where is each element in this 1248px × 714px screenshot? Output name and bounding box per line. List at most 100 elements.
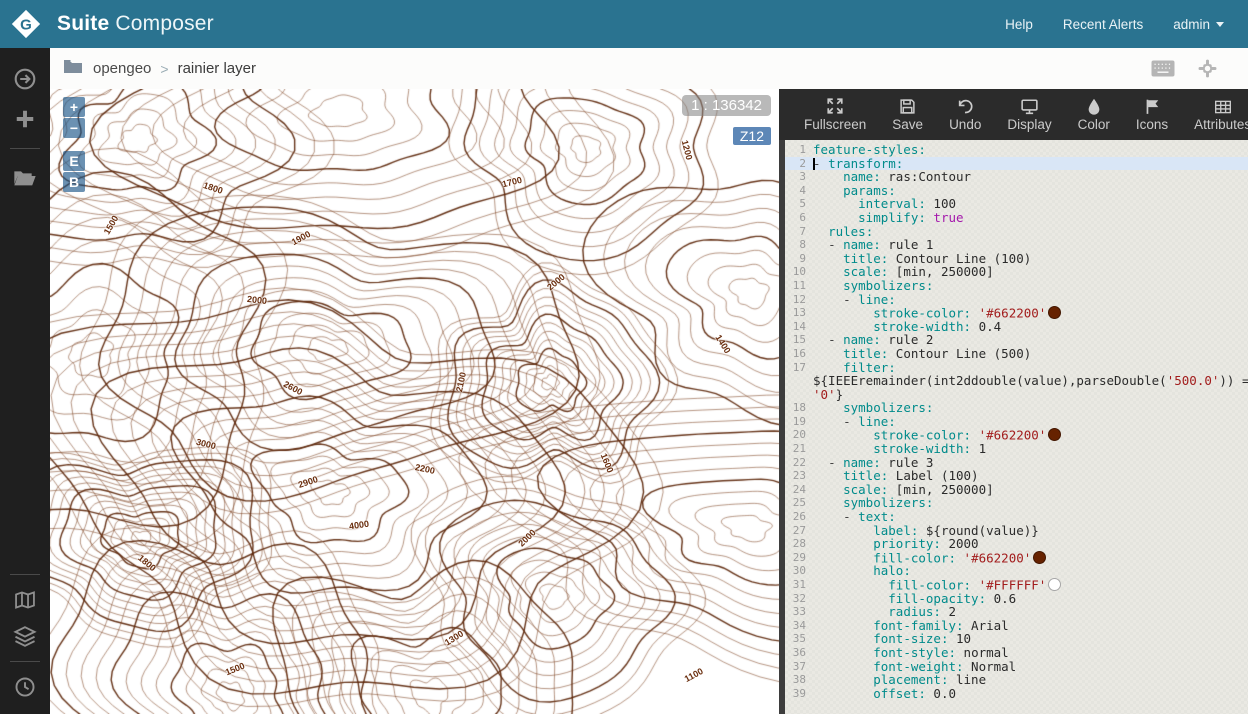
code-line-19[interactable]: 19 - line: <box>785 415 1248 429</box>
color-swatch-icon[interactable] <box>1048 578 1061 591</box>
color-swatch-icon[interactable] <box>1048 306 1061 319</box>
code-line-11[interactable]: 11 symbolizers: <box>785 279 1248 293</box>
svg-text:G: G <box>20 17 32 34</box>
color-droplet-icon <box>1087 98 1101 115</box>
code-line-36[interactable]: 36 font-style: normal <box>785 646 1248 660</box>
code-line-6[interactable]: 6 simplify: true <box>785 211 1248 225</box>
toolbar-attributes-label: Attributes <box>1194 117 1248 132</box>
code-line-8[interactable]: 8 - name: rule 1 <box>785 238 1248 252</box>
ysld-code-editor[interactable]: 1feature-styles:2- transform:3 name: ras… <box>779 140 1248 714</box>
map-preview[interactable]: 1500180019002000170012002000140021002600… <box>50 89 779 714</box>
code-line-30[interactable]: 30 halo: <box>785 564 1248 578</box>
code-line-35[interactable]: 35 font-size: 10 <box>785 632 1248 646</box>
toolbar-color-label: Color <box>1078 117 1110 132</box>
line-number: 34 <box>785 619 813 633</box>
settings-gear-icon[interactable] <box>1197 58 1218 79</box>
code-line-39[interactable]: 39 offset: 0.0 <box>785 687 1248 701</box>
contour-map-canvas[interactable] <box>50 89 779 714</box>
map-zoom-out-button[interactable]: − <box>63 118 85 138</box>
map-zoom-in-button[interactable]: + <box>63 97 85 117</box>
fullscreen-icon <box>826 97 844 115</box>
sidebar-divider <box>10 661 40 662</box>
line-number: 6 <box>785 211 813 225</box>
line-number: 9 <box>785 252 813 266</box>
code-line-3[interactable]: 3 name: ras:Contour <box>785 170 1248 184</box>
nav-recent-alerts[interactable]: Recent Alerts <box>1063 17 1143 32</box>
code-line-13[interactable]: 13 stroke-color: '#662200' <box>785 306 1248 320</box>
toolbar-fullscreen-button[interactable]: Fullscreen <box>791 89 879 140</box>
toolbar-undo-label: Undo <box>949 117 981 132</box>
code-line-18[interactable]: 18 symbolizers: <box>785 401 1248 415</box>
code-line-1[interactable]: 1feature-styles: <box>785 143 1248 157</box>
code-line-32[interactable]: 32 fill-opacity: 0.6 <box>785 592 1248 606</box>
line-number: 17 <box>785 361 813 375</box>
code-line-12[interactable]: 12 - line: <box>785 293 1248 307</box>
code-line-31[interactable]: 31 fill-color: '#FFFFFF' <box>785 578 1248 592</box>
sidebar-layers-button[interactable] <box>0 619 50 653</box>
layers-icon <box>13 625 37 647</box>
code-line-wrap[interactable]: ${IEEEremainder(int2ddouble(value),parse… <box>785 374 1248 388</box>
code-line-37[interactable]: 37 font-weight: Normal <box>785 660 1248 674</box>
sidebar-arrow-circle-right-button[interactable] <box>0 62 50 96</box>
code-line-22[interactable]: 22 - name: rule 3 <box>785 456 1248 470</box>
code-line-16[interactable]: 16 title: Contour Line (500) <box>785 347 1248 361</box>
line-number: 39 <box>785 687 813 701</box>
code-line-21[interactable]: 21 stroke-width: 1 <box>785 442 1248 456</box>
toolbar-display-button[interactable]: Display <box>994 89 1064 140</box>
code-line-23[interactable]: 23 title: Label (100) <box>785 469 1248 483</box>
breadcrumb-layer: rainier layer <box>178 60 256 77</box>
code-line-25[interactable]: 25 symbolizers: <box>785 496 1248 510</box>
flag-icon <box>1144 98 1160 115</box>
breadcrumb-separator: > <box>160 61 168 77</box>
code-line-7[interactable]: 7 rules: <box>785 225 1248 239</box>
code-line-24[interactable]: 24 scale: [min, 250000] <box>785 483 1248 497</box>
top-header: G Suite Composer HelpRecent Alertsadmin <box>0 0 1248 48</box>
code-line-29[interactable]: 29 fill-color: '#662200' <box>785 551 1248 565</box>
nav-help[interactable]: Help <box>1005 17 1033 32</box>
code-line-33[interactable]: 33 radius: 2 <box>785 605 1248 619</box>
sidebar-folder-open-button[interactable] <box>0 161 50 195</box>
toolbar-icons-button[interactable]: Icons <box>1123 89 1181 140</box>
map-basemap-button[interactable]: B <box>63 172 85 192</box>
line-number: 31 <box>785 578 813 592</box>
toolbar-color-button[interactable]: Color <box>1065 89 1123 140</box>
code-line-9[interactable]: 9 title: Contour Line (100) <box>785 252 1248 266</box>
code-line-2[interactable]: 2- transform: <box>785 157 1248 171</box>
code-line-15[interactable]: 15 - name: rule 2 <box>785 333 1248 347</box>
color-swatch-icon[interactable] <box>1033 551 1046 564</box>
code-line-10[interactable]: 10 scale: [min, 250000] <box>785 265 1248 279</box>
line-number: 37 <box>785 660 813 674</box>
code-line-14[interactable]: 14 stroke-width: 0.4 <box>785 320 1248 334</box>
color-swatch-icon[interactable] <box>1048 428 1061 441</box>
code-line-26[interactable]: 26 - text: <box>785 510 1248 524</box>
nav-admin[interactable]: admin <box>1173 17 1224 32</box>
table-icon <box>1214 99 1232 115</box>
breadcrumb-workspace[interactable]: opengeo <box>93 60 151 77</box>
code-line-34[interactable]: 34 font-family: Arial <box>785 619 1248 633</box>
code-line-28[interactable]: 28 priority: 2000 <box>785 537 1248 551</box>
keyboard-shortcuts-icon[interactable] <box>1151 60 1175 77</box>
map-edit-mode-button[interactable]: E <box>63 151 85 171</box>
map-scale-indicator: 1 : 136342 <box>682 95 771 116</box>
map-icon <box>14 590 36 610</box>
toolbar-undo-button[interactable]: Undo <box>936 89 994 140</box>
map-zoom-level-badge: Z12 <box>733 127 771 145</box>
code-line-20[interactable]: 20 stroke-color: '#662200' <box>785 428 1248 442</box>
line-number: 33 <box>785 605 813 619</box>
code-line-27[interactable]: 27 label: ${round(value)} <box>785 524 1248 538</box>
code-line-4[interactable]: 4 params: <box>785 184 1248 198</box>
sidebar-plus-button[interactable] <box>0 102 50 136</box>
nav-recent-alerts-label: Recent Alerts <box>1063 17 1143 32</box>
sidebar-map-button[interactable] <box>0 583 50 617</box>
line-number: 25 <box>785 496 813 510</box>
sidebar-clock-button[interactable] <box>0 670 50 704</box>
toolbar-save-button[interactable]: Save <box>879 89 936 140</box>
code-line-17[interactable]: 17 filter: <box>785 361 1248 375</box>
code-line-wrap[interactable]: '0'} <box>785 388 1248 402</box>
line-number: 10 <box>785 265 813 279</box>
code-line-38[interactable]: 38 placement: line <box>785 673 1248 687</box>
line-number: 29 <box>785 551 813 565</box>
toolbar-attributes-button[interactable]: Attributes <box>1181 89 1248 140</box>
editor-toolbar: FullscreenSave Undo Display Color Icons Attri… <box>779 89 1248 140</box>
code-line-5[interactable]: 5 interval: 100 <box>785 197 1248 211</box>
